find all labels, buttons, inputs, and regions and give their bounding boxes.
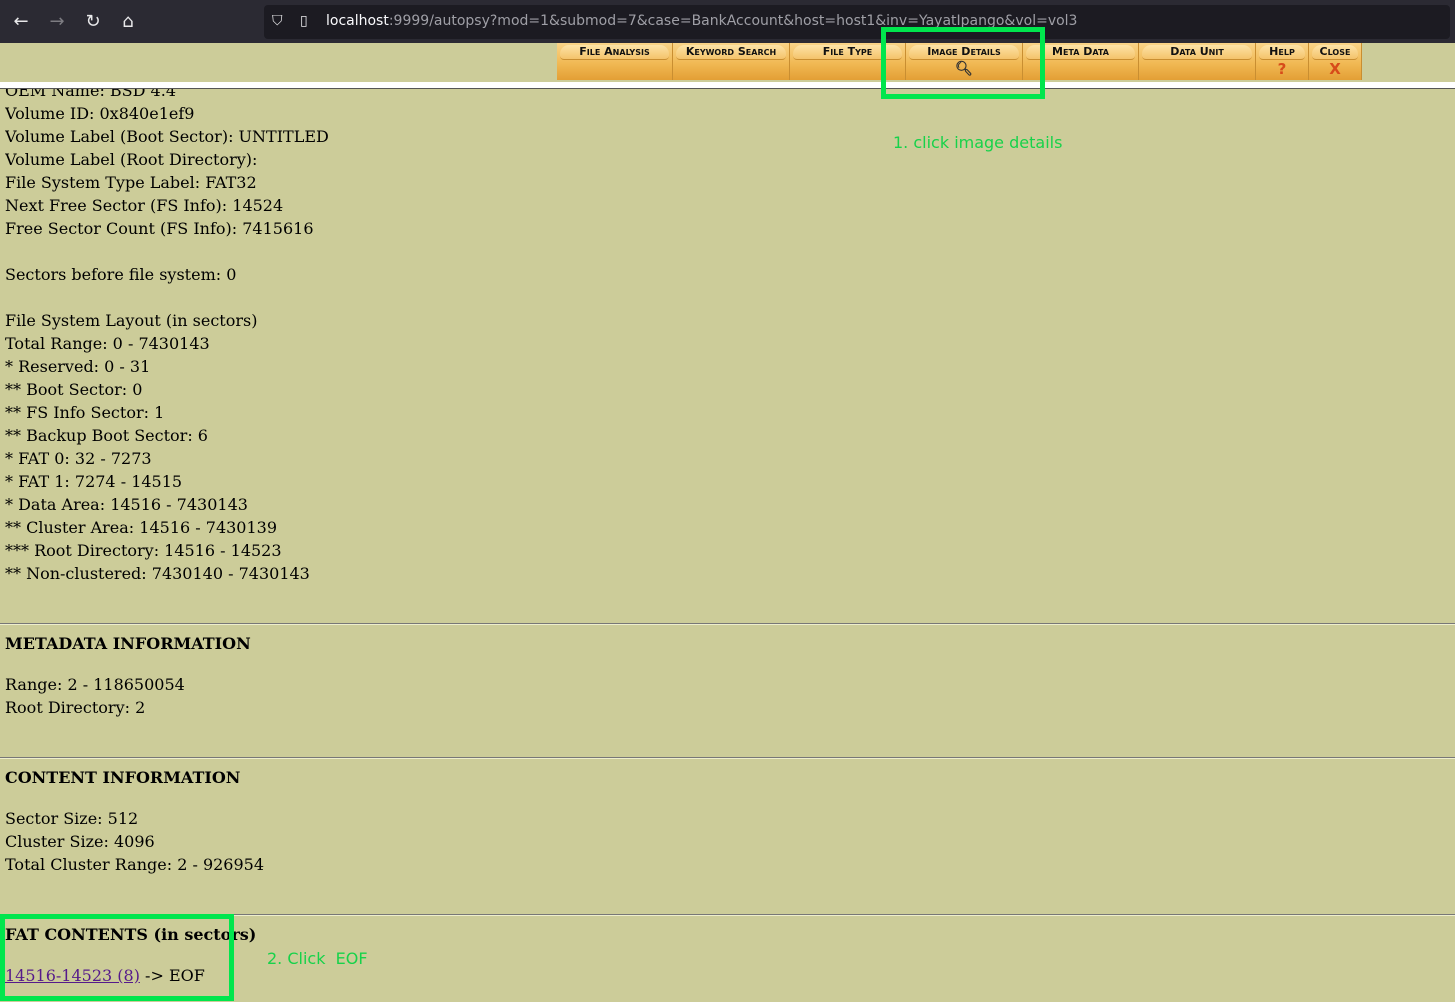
fs-info-line: ** Backup Boot Sector: 6 xyxy=(5,426,208,445)
metadata-range: Range: 2 - 118650054 xyxy=(5,675,185,694)
fs-info-line: * Reserved: 0 - 31 xyxy=(5,357,151,376)
divider xyxy=(0,757,1455,759)
content-info-title: CONTENT INFORMATION xyxy=(5,768,241,787)
data-unit-label: Data Unit xyxy=(1142,45,1252,60)
cluster-size: Cluster Size: 4096 xyxy=(5,832,155,851)
fs-info-line: Volume ID: 0x840e1ef9 xyxy=(5,104,195,123)
fs-info-line: * Data Area: 14516 - 7430143 xyxy=(5,495,248,514)
shield-icon[interactable]: ⛉ xyxy=(272,13,283,29)
metadata-title: METADATA INFORMATION xyxy=(5,634,251,653)
page-icon: ▯ xyxy=(300,13,308,29)
fs-info-line: ** FS Info Sector: 1 xyxy=(5,403,165,422)
back-arrow-icon[interactable]: ← xyxy=(9,10,33,34)
close-icon: X xyxy=(1329,60,1341,78)
annotation-box-eof xyxy=(0,914,234,1001)
fs-info-line: * FAT 1: 7274 - 14515 xyxy=(5,472,183,491)
data-unit-sub xyxy=(1139,60,1255,78)
fs-info-line: Volume Label (Root Directory): xyxy=(5,150,258,169)
fs-info-line xyxy=(5,240,1445,263)
file-analysis-label: File Analysis xyxy=(560,45,669,60)
fs-info-line: File System Type Label: FAT32 xyxy=(5,173,257,192)
home-icon[interactable]: ⌂ xyxy=(116,10,140,34)
fs-info-line: ** Boot Sector: 0 xyxy=(5,380,143,399)
annotation-step1: 1. click image details xyxy=(893,133,1063,152)
fs-info-line: Total Range: 0 - 7430143 xyxy=(5,334,210,353)
autopsy-toolbar-frame: File Analysis Keyword Search File Type I… xyxy=(0,43,1455,83)
sector-size: Sector Size: 512 xyxy=(5,809,139,828)
help-icon: ? xyxy=(1277,60,1287,78)
total-cluster-range: Total Cluster Range: 2 - 926954 xyxy=(5,855,265,874)
fs-info-line: *** Root Directory: 14516 - 14523 xyxy=(5,541,282,560)
close-button[interactable]: Close X xyxy=(1309,43,1362,80)
keyword-search-sub xyxy=(673,60,789,78)
fs-info-block: OEM Name: BSD 4.4 Volume ID: 0x840e1ef9 … xyxy=(5,79,1445,591)
annotation-box-image-details xyxy=(881,27,1045,99)
forward-arrow-icon[interactable]: → xyxy=(45,10,69,34)
fs-info-line: ** Non-clustered: 7430140 - 7430143 xyxy=(5,564,310,583)
fs-info-line: ** Cluster Area: 14516 - 7430139 xyxy=(5,518,278,537)
fs-info-line: File System Layout (in sectors) xyxy=(5,311,258,330)
fs-info-line xyxy=(5,286,1445,309)
file-analysis-button[interactable]: File Analysis xyxy=(557,43,673,80)
data-unit-button[interactable]: Data Unit xyxy=(1139,43,1256,80)
divider xyxy=(0,623,1455,625)
content-info-block: Sector Size: 512 Cluster Size: 4096 Tota… xyxy=(5,807,264,876)
fs-info-line: Free Sector Count (FS Info): 7415616 xyxy=(5,219,314,238)
address-bar[interactable]: ⛉ ▯ localhost:9999/autopsy?mod=1&submod=… xyxy=(264,5,1450,39)
help-label: Help xyxy=(1259,45,1305,60)
browser-toolbar: ← → ↻ ⌂ ⛉ ▯ localhost:9999/autopsy?mod=1… xyxy=(0,0,1455,43)
fs-info-line: Sectors before file system: 0 xyxy=(5,265,237,284)
fs-info-line: Volume Label (Boot Sector): UNTITLED xyxy=(5,127,329,146)
url-host: localhost xyxy=(326,13,389,29)
file-analysis-sub xyxy=(557,60,672,78)
frame-separator xyxy=(0,82,1455,89)
keyword-search-label: Keyword Search xyxy=(676,45,786,60)
annotation-step2: 2. Click EOF xyxy=(267,949,368,968)
metadata-block: Range: 2 - 118650054 Root Directory: 2 xyxy=(5,673,185,719)
close-label: Close xyxy=(1312,45,1358,60)
fs-info-line: * FAT 0: 32 - 7273 xyxy=(5,449,152,468)
metadata-root-directory: Root Directory: 2 xyxy=(5,698,146,717)
reload-icon[interactable]: ↻ xyxy=(81,10,105,34)
fs-info-line: Next Free Sector (FS Info): 14524 xyxy=(5,196,284,215)
keyword-search-button[interactable]: Keyword Search xyxy=(673,43,790,80)
help-button[interactable]: Help ? xyxy=(1256,43,1309,80)
